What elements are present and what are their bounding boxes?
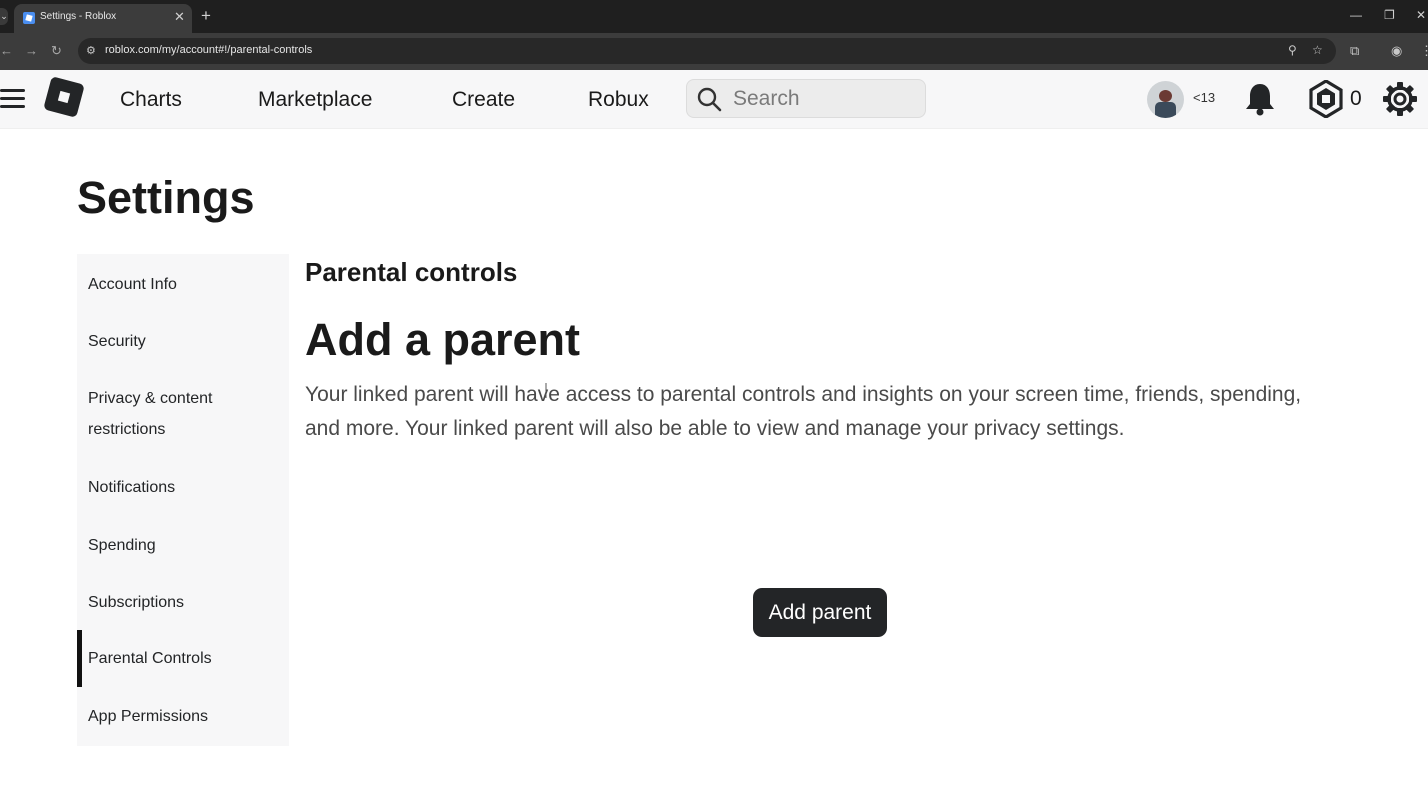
zoom-icon[interactable]: ⚲ (1288, 43, 1297, 57)
reload-icon[interactable]: ↻ (51, 43, 62, 59)
browser-menu-icon[interactable]: ⋮ (1420, 43, 1428, 59)
site-info-icon[interactable]: ⚙ (86, 44, 96, 57)
profile-icon[interactable]: ◉ (1391, 43, 1402, 59)
tab-search-button[interactable]: ⌄ (0, 8, 8, 25)
sidebar-item-subscriptions[interactable]: Subscriptions (77, 587, 289, 618)
bookmark-star-icon[interactable]: ☆ (1312, 43, 1323, 57)
search-icon (697, 87, 722, 112)
forward-icon[interactable]: → (25, 43, 38, 58)
nav-create[interactable]: Create (452, 88, 515, 112)
minimize-icon[interactable]: — (1350, 8, 1362, 22)
settings-sidebar: Account Info Security Privacy & content … (77, 254, 289, 746)
roblox-logo-icon[interactable] (43, 76, 85, 118)
nav-charts[interactable]: Charts (120, 88, 182, 112)
gear-icon[interactable] (1382, 81, 1418, 117)
sidebar-item-parental-controls[interactable]: Parental Controls (77, 630, 289, 687)
section-title: Parental controls (305, 257, 518, 287)
back-icon[interactable]: ← (0, 43, 13, 58)
bell-icon[interactable] (1244, 82, 1276, 116)
new-tab-icon[interactable]: + (201, 6, 211, 26)
site-header: Charts Marketplace Create Robux <13 0 (0, 70, 1428, 129)
close-window-icon[interactable]: ✕ (1416, 8, 1426, 22)
text-cursor-icon (545, 383, 547, 398)
search-input[interactable] (731, 84, 915, 114)
browser-toolbar: ← → ↻ ⚙ roblox.com/my/account#!/parental… (0, 33, 1428, 70)
age-label: <13 (1193, 90, 1216, 105)
url-text[interactable]: roblox.com/my/account#!/parental-control… (105, 44, 312, 56)
search-box[interactable] (686, 79, 926, 118)
sidebar-item-privacy[interactable]: Privacy & content restrictions (77, 383, 247, 445)
parental-controls-description: Your linked parent will have access to p… (305, 383, 1302, 440)
add-parent-heading: Add a parent (305, 314, 581, 365)
robux-balance[interactable]: 0 (1350, 87, 1362, 111)
sidebar-item-notifications[interactable]: Notifications (77, 472, 289, 503)
sidebar-item-spending[interactable]: Spending (77, 530, 289, 561)
robux-icon[interactable] (1309, 80, 1343, 118)
page-title: Settings (77, 172, 255, 223)
sidebar-item-app-permissions[interactable]: App Permissions (77, 701, 289, 732)
address-bar[interactable]: ⚙ roblox.com/my/account#!/parental-contr… (78, 38, 1336, 64)
browser-tab-bar: ⌄ Settings - Roblox ✕ + — ❐ ✕ (0, 0, 1428, 33)
nav-marketplace[interactable]: Marketplace (258, 88, 372, 112)
tab-title: Settings - Roblox (40, 11, 117, 22)
menu-icon[interactable] (0, 89, 25, 109)
restore-icon[interactable]: ❐ (1384, 8, 1395, 22)
sidebar-item-security[interactable]: Security (77, 326, 289, 357)
add-parent-button[interactable]: Add parent (753, 588, 887, 637)
avatar[interactable] (1147, 81, 1184, 118)
extensions-icon[interactable]: ⧉ (1350, 43, 1359, 59)
tab-close-icon[interactable]: ✕ (174, 9, 185, 25)
nav-robux[interactable]: Robux (588, 88, 649, 112)
roblox-favicon-icon (23, 12, 35, 24)
browser-tab[interactable]: Settings - Roblox ✕ (14, 4, 192, 33)
sidebar-item-account-info[interactable]: Account Info (77, 269, 289, 300)
